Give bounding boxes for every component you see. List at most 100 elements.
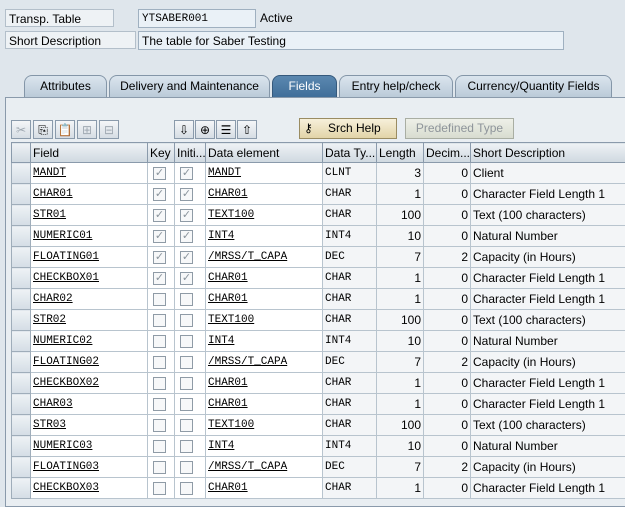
table-row[interactable]: STR01 ✓ ✓ TEXT100 CHAR 100 0 Text (100 characte… <box>11 204 625 226</box>
key-checkbox[interactable]: ✓ <box>147 183 175 205</box>
tab-delivery-maintenance[interactable]: Delivery and Maintenance <box>109 75 270 98</box>
key-checkbox[interactable] <box>147 393 175 415</box>
row-selector[interactable] <box>11 204 31 226</box>
field-name-cell[interactable]: CHAR01 <box>30 183 148 205</box>
copy-icon[interactable]: ⎘ <box>33 120 53 139</box>
field-name-cell[interactable]: MANDT <box>30 162 148 184</box>
field-name-cell[interactable]: CHAR02 <box>30 288 148 310</box>
row-selector[interactable] <box>11 246 31 268</box>
key-checkbox[interactable] <box>147 288 175 310</box>
initial-checkbox[interactable]: ✓ <box>174 204 206 226</box>
data-element-cell[interactable]: TEXT100 <box>205 204 323 226</box>
row-selector[interactable] <box>11 414 31 436</box>
row-selector[interactable] <box>11 456 31 478</box>
col-field[interactable]: Field <box>30 142 148 163</box>
initial-checkbox[interactable]: ✓ <box>174 183 206 205</box>
field-name-cell[interactable]: CHAR03 <box>30 393 148 415</box>
insert-field-icon[interactable]: ⊕ <box>195 120 215 139</box>
col-key[interactable]: Key <box>147 142 175 163</box>
row-selector[interactable] <box>11 162 31 184</box>
key-checkbox[interactable]: ✓ <box>147 204 175 226</box>
key-checkbox[interactable] <box>147 456 175 478</box>
col-data-element[interactable]: Data element <box>205 142 323 163</box>
data-element-cell[interactable]: CHAR01 <box>205 477 323 499</box>
table-row[interactable]: CHAR02 CHAR01 CHAR 1 0 Character Field Length… <box>11 288 625 310</box>
field-name-cell[interactable]: CHECKBOX01 <box>30 267 148 289</box>
initial-checkbox[interactable] <box>174 372 206 394</box>
initial-checkbox[interactable] <box>174 309 206 331</box>
table-row[interactable]: FLOATING01 ✓ ✓ /MRSS/T_CAPA DEC 7 2 Capacity (i… <box>11 246 625 268</box>
row-selector[interactable] <box>11 393 31 415</box>
initial-checkbox[interactable] <box>174 288 206 310</box>
initial-checkbox[interactable]: ✓ <box>174 225 206 247</box>
row-selector[interactable] <box>11 309 31 331</box>
row-selector[interactable] <box>11 477 31 499</box>
row-selector[interactable] <box>11 225 31 247</box>
key-checkbox[interactable] <box>147 351 175 373</box>
data-element-cell[interactable]: INT4 <box>205 330 323 352</box>
data-element-cell[interactable]: /MRSS/T_CAPA <box>205 246 323 268</box>
row-selector[interactable] <box>11 372 31 394</box>
key-checkbox[interactable] <box>147 435 175 457</box>
row-selector-header[interactable] <box>11 142 31 163</box>
key-checkbox[interactable] <box>147 477 175 499</box>
initial-checkbox[interactable] <box>174 330 206 352</box>
data-element-cell[interactable]: TEXT100 <box>205 414 323 436</box>
tab-entry-help-check[interactable]: Entry help/check <box>339 75 453 98</box>
table-row[interactable]: CHECKBOX03 CHAR01 CHAR 1 0 Character Field Le… <box>11 477 625 499</box>
tab-attributes[interactable]: Attributes <box>24 75 107 98</box>
data-element-cell[interactable]: MANDT <box>205 162 323 184</box>
field-name-cell[interactable]: NUMERIC01 <box>30 225 148 247</box>
predefined-type-button[interactable]: Predefined Type <box>405 118 514 139</box>
table-row[interactable]: STR02 TEXT100 CHAR 100 0 Text (100 characters… <box>11 309 625 331</box>
data-element-cell[interactable]: CHAR01 <box>205 393 323 415</box>
table-row[interactable]: CHAR03 CHAR01 CHAR 1 0 Character Field Length… <box>11 393 625 415</box>
table-row[interactable]: CHAR01 ✓ ✓ CHAR01 CHAR 1 0 Character Field Leng… <box>11 183 625 205</box>
key-checkbox[interactable]: ✓ <box>147 267 175 289</box>
table-row[interactable]: CHECKBOX01 ✓ ✓ CHAR01 CHAR 1 0 Character Field … <box>11 267 625 289</box>
data-element-cell[interactable]: INT4 <box>205 225 323 247</box>
initial-checkbox[interactable]: ✓ <box>174 246 206 268</box>
initial-checkbox[interactable]: ✓ <box>174 267 206 289</box>
insert-row-icon[interactable]: ⊞ <box>77 120 97 139</box>
col-data-type[interactable]: Data Ty... <box>322 142 377 163</box>
data-element-cell[interactable]: CHAR01 <box>205 372 323 394</box>
data-element-cell[interactable]: CHAR01 <box>205 288 323 310</box>
key-checkbox[interactable] <box>147 414 175 436</box>
col-decimals[interactable]: Decim... <box>423 142 471 163</box>
row-selector[interactable] <box>11 267 31 289</box>
key-checkbox[interactable] <box>147 372 175 394</box>
table-row[interactable]: MANDT ✓ ✓ MANDT CLNT 3 0 Client <box>11 162 625 184</box>
field-name-cell[interactable]: CHECKBOX02 <box>30 372 148 394</box>
short-description-field[interactable]: The table for Saber Testing <box>138 31 564 50</box>
table-row[interactable]: FLOATING03/MRSS/T_CAPA DEC 7 2 Capacity (in … <box>11 456 625 478</box>
initial-checkbox[interactable] <box>174 477 206 499</box>
initial-checkbox[interactable] <box>174 435 206 457</box>
initial-checkbox[interactable] <box>174 351 206 373</box>
row-selector[interactable] <box>11 330 31 352</box>
col-initial[interactable]: Initi... <box>174 142 206 163</box>
delete-row-icon[interactable]: ⊟ <box>99 120 119 139</box>
cut-icon[interactable]: ✂ <box>11 120 31 139</box>
key-checkbox[interactable]: ✓ <box>147 246 175 268</box>
table-row[interactable]: NUMERIC03 INT4 INT4 10 0 Natural Number <box>11 435 625 457</box>
data-element-cell[interactable]: TEXT100 <box>205 309 323 331</box>
initial-checkbox[interactable]: ✓ <box>174 162 206 184</box>
table-row[interactable]: NUMERIC02 INT4 INT4 10 0 Natural Number <box>11 330 625 352</box>
row-selector[interactable] <box>11 351 31 373</box>
row-selector[interactable] <box>11 435 31 457</box>
data-element-cell[interactable]: /MRSS/T_CAPA <box>205 456 323 478</box>
key-checkbox[interactable] <box>147 309 175 331</box>
filter-down-icon[interactable]: ⇩ <box>174 120 194 139</box>
key-checkbox[interactable] <box>147 330 175 352</box>
tab-currency-quantity[interactable]: Currency/Quantity Fields <box>455 75 612 98</box>
field-name-cell[interactable]: STR02 <box>30 309 148 331</box>
field-name-cell[interactable]: FLOATING03 <box>30 456 148 478</box>
initial-checkbox[interactable] <box>174 414 206 436</box>
field-name-cell[interactable]: FLOATING02 <box>30 351 148 373</box>
row-selector[interactable] <box>11 288 31 310</box>
key-checkbox[interactable]: ✓ <box>147 225 175 247</box>
field-name-cell[interactable]: FLOATING01 <box>30 246 148 268</box>
initial-checkbox[interactable] <box>174 456 206 478</box>
data-element-cell[interactable]: CHAR01 <box>205 267 323 289</box>
